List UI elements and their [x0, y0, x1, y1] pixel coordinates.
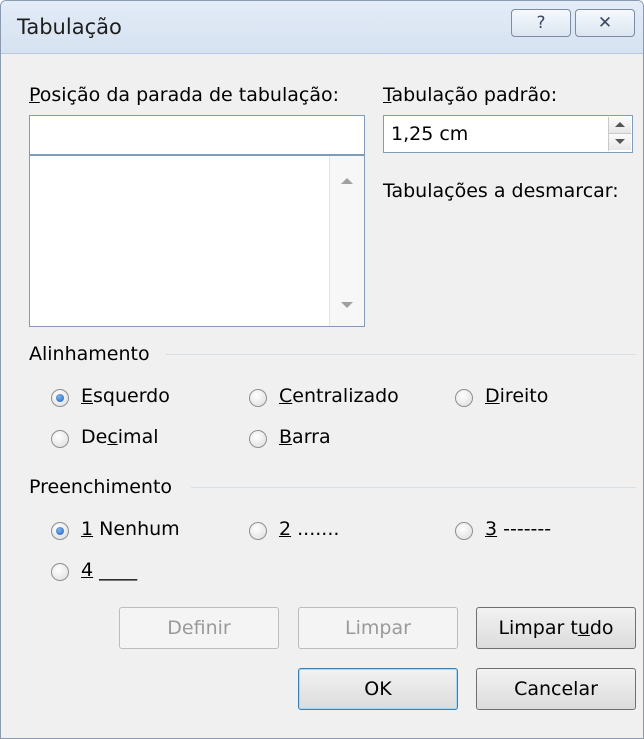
- tab-stops-scrollbar[interactable]: [329, 156, 364, 326]
- default-tab-spin: [608, 117, 631, 151]
- align-bar-mnemonic: B: [279, 426, 293, 448]
- clear-all-text: Limpar t: [498, 617, 578, 639]
- leader-dots-radio[interactable]: [249, 522, 267, 540]
- tabs-to-clear-label: Tabulações a desmarcar:: [383, 180, 619, 202]
- align-bar-label[interactable]: Barra: [279, 426, 331, 448]
- scroll-up-icon[interactable]: [341, 178, 353, 184]
- align-decimal-mnemonic: c: [107, 426, 118, 448]
- align-right-radio[interactable]: [455, 389, 473, 407]
- set-button[interactable]: Definir: [119, 607, 279, 649]
- clear-all-text-end: do: [589, 617, 614, 639]
- help-icon: ?: [536, 13, 546, 33]
- leader-none-label[interactable]: 1 Nenhum: [81, 518, 180, 540]
- leader-dashes-text: -------: [497, 518, 552, 540]
- alignment-divider: [166, 354, 636, 355]
- leader-dots-label[interactable]: 2 .......: [279, 518, 339, 540]
- align-left-label[interactable]: Esquerdo: [81, 385, 170, 407]
- align-center-mnemonic: C: [279, 385, 293, 407]
- spin-up-icon[interactable]: [609, 117, 631, 134]
- leader-dots-mnemonic: 2: [279, 518, 292, 540]
- clear-all-mnemonic: u: [577, 617, 590, 639]
- align-bar-radio[interactable]: [249, 430, 267, 448]
- align-right-label[interactable]: Direito: [485, 385, 548, 407]
- tab-stop-position-label: Posição da parada de tabulação:: [29, 84, 339, 106]
- align-center-radio[interactable]: [249, 389, 267, 407]
- leader-none-mnemonic: 1: [81, 518, 94, 540]
- leader-dashes-mnemonic: 3: [485, 518, 498, 540]
- help-button[interactable]: ?: [511, 9, 571, 37]
- ok-button[interactable]: OK: [298, 668, 458, 710]
- alignment-group-label: Alinhamento: [29, 343, 150, 365]
- leader-none-text: Nenhum: [93, 518, 180, 540]
- dialog-title: Tabulação: [17, 15, 122, 39]
- leader-divider: [191, 487, 636, 488]
- default-tab-value: 1,25 cm: [391, 123, 469, 145]
- scroll-down-icon[interactable]: [341, 302, 353, 308]
- tabs-dialog: Tabulação ? ✕ Posição da parada de tabul…: [0, 0, 644, 739]
- cancel-button[interactable]: Cancelar: [476, 668, 636, 710]
- align-right-mnemonic: D: [485, 385, 500, 407]
- spin-down-icon[interactable]: [609, 134, 631, 150]
- close-icon: ✕: [597, 13, 613, 33]
- clear-all-button[interactable]: Limpar t u do: [476, 607, 636, 649]
- leader-underline-label[interactable]: 4 ____: [81, 559, 137, 581]
- leader-dots-text: .......: [291, 518, 340, 540]
- leader-underline-mnemonic: 4: [81, 559, 94, 581]
- align-decimal-radio[interactable]: [51, 430, 69, 448]
- tab-stop-position-label-mnemonic: P: [29, 84, 40, 106]
- align-center-label[interactable]: Centralizado: [279, 385, 399, 407]
- leader-underline-radio[interactable]: [51, 563, 69, 581]
- tab-stop-position-label-text: osição da parada de tabulação:: [39, 84, 340, 106]
- tab-stops-list[interactable]: [29, 155, 365, 327]
- leader-dashes-label[interactable]: 3 -------: [485, 518, 551, 540]
- align-decimal-label[interactable]: Decimal: [81, 426, 159, 448]
- leader-underline-text: ____: [93, 559, 138, 581]
- leader-dashes-radio[interactable]: [455, 522, 473, 540]
- title-bar: Tabulação ? ✕: [1, 1, 643, 54]
- default-tab-stepper[interactable]: 1,25 cm: [383, 115, 633, 153]
- close-button[interactable]: ✕: [575, 9, 635, 37]
- tab-stop-position-input[interactable]: [29, 115, 365, 155]
- default-tab-label-text: abulação padrão:: [391, 84, 558, 106]
- align-left-radio[interactable]: [51, 389, 69, 407]
- default-tab-label: Tabulação padrão:: [383, 84, 557, 106]
- leader-group-label: Preenchimento: [29, 476, 173, 498]
- align-left-mnemonic: E: [81, 385, 94, 407]
- clear-button[interactable]: Limpar: [298, 607, 458, 649]
- leader-none-radio[interactable]: [51, 522, 69, 540]
